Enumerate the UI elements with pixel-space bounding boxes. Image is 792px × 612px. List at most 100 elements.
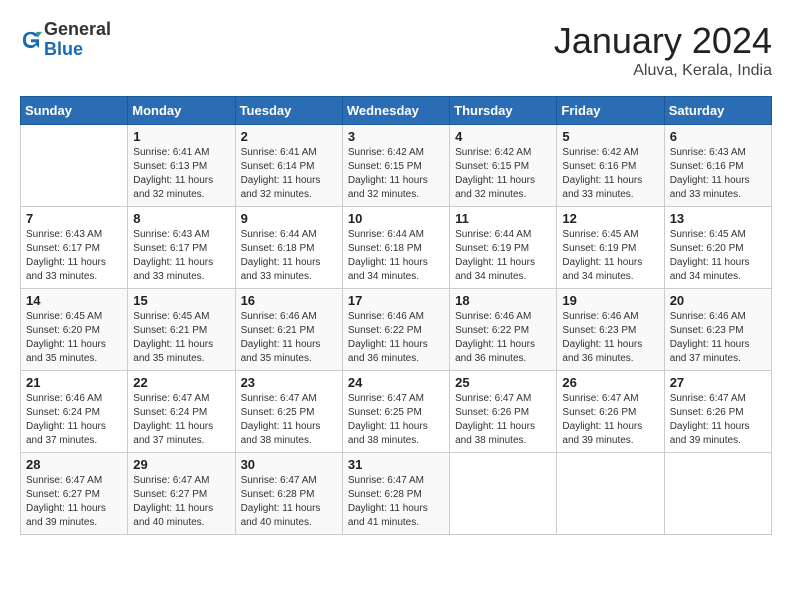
day-number: 2 (241, 129, 337, 144)
calendar-cell: 28 Sunrise: 6:47 AM Sunset: 6:27 PM Dayl… (21, 453, 128, 535)
calendar-cell: 3 Sunrise: 6:42 AM Sunset: 6:15 PM Dayli… (342, 125, 449, 207)
day-number: 25 (455, 375, 551, 390)
weekday-header: Friday (557, 97, 664, 125)
day-info: Sunrise: 6:41 AM Sunset: 6:13 PM Dayligh… (133, 146, 229, 202)
day-info: Sunrise: 6:42 AM Sunset: 6:15 PM Dayligh… (455, 146, 551, 202)
day-info: Sunrise: 6:47 AM Sunset: 6:24 PM Dayligh… (133, 392, 229, 448)
calendar-cell: 15 Sunrise: 6:45 AM Sunset: 6:21 PM Dayl… (128, 289, 235, 371)
day-number: 5 (562, 129, 658, 144)
page-header: General Blue January 2024 Aluva, Kerala,… (20, 20, 772, 80)
calendar-cell (557, 453, 664, 535)
calendar-cell: 8 Sunrise: 6:43 AM Sunset: 6:17 PM Dayli… (128, 207, 235, 289)
calendar-cell: 7 Sunrise: 6:43 AM Sunset: 6:17 PM Dayli… (21, 207, 128, 289)
calendar-cell: 26 Sunrise: 6:47 AM Sunset: 6:26 PM Dayl… (557, 371, 664, 453)
day-info: Sunrise: 6:46 AM Sunset: 6:22 PM Dayligh… (348, 310, 444, 366)
day-number: 21 (26, 375, 122, 390)
day-number: 12 (562, 211, 658, 226)
day-info: Sunrise: 6:42 AM Sunset: 6:16 PM Dayligh… (562, 146, 658, 202)
day-number: 17 (348, 293, 444, 308)
day-info: Sunrise: 6:47 AM Sunset: 6:28 PM Dayligh… (241, 474, 337, 530)
calendar-cell: 22 Sunrise: 6:47 AM Sunset: 6:24 PM Dayl… (128, 371, 235, 453)
month-title: January 2024 (554, 20, 772, 62)
calendar-cell: 16 Sunrise: 6:46 AM Sunset: 6:21 PM Dayl… (235, 289, 342, 371)
logo-icon (20, 29, 42, 51)
calendar-cell: 6 Sunrise: 6:43 AM Sunset: 6:16 PM Dayli… (664, 125, 771, 207)
calendar-cell: 30 Sunrise: 6:47 AM Sunset: 6:28 PM Dayl… (235, 453, 342, 535)
day-info: Sunrise: 6:47 AM Sunset: 6:26 PM Dayligh… (455, 392, 551, 448)
calendar-week-row: 1 Sunrise: 6:41 AM Sunset: 6:13 PM Dayli… (21, 125, 772, 207)
logo-general: General (44, 20, 111, 40)
day-number: 23 (241, 375, 337, 390)
calendar-cell: 11 Sunrise: 6:44 AM Sunset: 6:19 PM Dayl… (450, 207, 557, 289)
calendar-cell: 13 Sunrise: 6:45 AM Sunset: 6:20 PM Dayl… (664, 207, 771, 289)
day-number: 15 (133, 293, 229, 308)
calendar-table: SundayMondayTuesdayWednesdayThursdayFrid… (20, 96, 772, 535)
day-number: 4 (455, 129, 551, 144)
day-info: Sunrise: 6:44 AM Sunset: 6:18 PM Dayligh… (348, 228, 444, 284)
day-info: Sunrise: 6:45 AM Sunset: 6:19 PM Dayligh… (562, 228, 658, 284)
calendar-cell: 19 Sunrise: 6:46 AM Sunset: 6:23 PM Dayl… (557, 289, 664, 371)
day-number: 13 (670, 211, 766, 226)
calendar-cell: 25 Sunrise: 6:47 AM Sunset: 6:26 PM Dayl… (450, 371, 557, 453)
day-info: Sunrise: 6:42 AM Sunset: 6:15 PM Dayligh… (348, 146, 444, 202)
day-info: Sunrise: 6:46 AM Sunset: 6:23 PM Dayligh… (562, 310, 658, 366)
calendar-cell (450, 453, 557, 535)
day-info: Sunrise: 6:44 AM Sunset: 6:19 PM Dayligh… (455, 228, 551, 284)
day-info: Sunrise: 6:45 AM Sunset: 6:20 PM Dayligh… (670, 228, 766, 284)
logo-blue: Blue (44, 40, 111, 60)
day-number: 1 (133, 129, 229, 144)
day-number: 18 (455, 293, 551, 308)
day-number: 31 (348, 457, 444, 472)
calendar-cell: 1 Sunrise: 6:41 AM Sunset: 6:13 PM Dayli… (128, 125, 235, 207)
day-number: 19 (562, 293, 658, 308)
calendar-cell: 23 Sunrise: 6:47 AM Sunset: 6:25 PM Dayl… (235, 371, 342, 453)
calendar-cell: 20 Sunrise: 6:46 AM Sunset: 6:23 PM Dayl… (664, 289, 771, 371)
calendar-week-row: 28 Sunrise: 6:47 AM Sunset: 6:27 PM Dayl… (21, 453, 772, 535)
day-number: 16 (241, 293, 337, 308)
calendar-cell: 5 Sunrise: 6:42 AM Sunset: 6:16 PM Dayli… (557, 125, 664, 207)
calendar-cell: 24 Sunrise: 6:47 AM Sunset: 6:25 PM Dayl… (342, 371, 449, 453)
day-number: 22 (133, 375, 229, 390)
calendar-cell: 27 Sunrise: 6:47 AM Sunset: 6:26 PM Dayl… (664, 371, 771, 453)
weekday-header-row: SundayMondayTuesdayWednesdayThursdayFrid… (21, 97, 772, 125)
day-number: 3 (348, 129, 444, 144)
calendar-cell: 12 Sunrise: 6:45 AM Sunset: 6:19 PM Dayl… (557, 207, 664, 289)
calendar-cell: 29 Sunrise: 6:47 AM Sunset: 6:27 PM Dayl… (128, 453, 235, 535)
calendar-week-row: 14 Sunrise: 6:45 AM Sunset: 6:20 PM Dayl… (21, 289, 772, 371)
day-number: 29 (133, 457, 229, 472)
day-info: Sunrise: 6:47 AM Sunset: 6:26 PM Dayligh… (670, 392, 766, 448)
day-number: 20 (670, 293, 766, 308)
day-info: Sunrise: 6:47 AM Sunset: 6:28 PM Dayligh… (348, 474, 444, 530)
calendar-cell: 18 Sunrise: 6:46 AM Sunset: 6:22 PM Dayl… (450, 289, 557, 371)
day-info: Sunrise: 6:46 AM Sunset: 6:23 PM Dayligh… (670, 310, 766, 366)
calendar-cell: 9 Sunrise: 6:44 AM Sunset: 6:18 PM Dayli… (235, 207, 342, 289)
day-info: Sunrise: 6:47 AM Sunset: 6:25 PM Dayligh… (348, 392, 444, 448)
day-info: Sunrise: 6:47 AM Sunset: 6:27 PM Dayligh… (133, 474, 229, 530)
day-number: 7 (26, 211, 122, 226)
day-number: 26 (562, 375, 658, 390)
day-info: Sunrise: 6:46 AM Sunset: 6:21 PM Dayligh… (241, 310, 337, 366)
weekday-header: Sunday (21, 97, 128, 125)
calendar-week-row: 21 Sunrise: 6:46 AM Sunset: 6:24 PM Dayl… (21, 371, 772, 453)
day-number: 9 (241, 211, 337, 226)
day-number: 6 (670, 129, 766, 144)
day-info: Sunrise: 6:43 AM Sunset: 6:17 PM Dayligh… (133, 228, 229, 284)
weekday-header: Wednesday (342, 97, 449, 125)
day-info: Sunrise: 6:43 AM Sunset: 6:16 PM Dayligh… (670, 146, 766, 202)
location-title: Aluva, Kerala, India (554, 62, 772, 80)
day-number: 8 (133, 211, 229, 226)
day-number: 27 (670, 375, 766, 390)
weekday-header: Thursday (450, 97, 557, 125)
calendar-cell: 31 Sunrise: 6:47 AM Sunset: 6:28 PM Dayl… (342, 453, 449, 535)
day-number: 14 (26, 293, 122, 308)
calendar-cell (21, 125, 128, 207)
day-number: 30 (241, 457, 337, 472)
logo-text: General Blue (44, 20, 111, 60)
day-info: Sunrise: 6:41 AM Sunset: 6:14 PM Dayligh… (241, 146, 337, 202)
day-info: Sunrise: 6:44 AM Sunset: 6:18 PM Dayligh… (241, 228, 337, 284)
day-info: Sunrise: 6:47 AM Sunset: 6:25 PM Dayligh… (241, 392, 337, 448)
weekday-header: Saturday (664, 97, 771, 125)
calendar-cell: 2 Sunrise: 6:41 AM Sunset: 6:14 PM Dayli… (235, 125, 342, 207)
day-info: Sunrise: 6:46 AM Sunset: 6:24 PM Dayligh… (26, 392, 122, 448)
title-area: January 2024 Aluva, Kerala, India (554, 20, 772, 80)
